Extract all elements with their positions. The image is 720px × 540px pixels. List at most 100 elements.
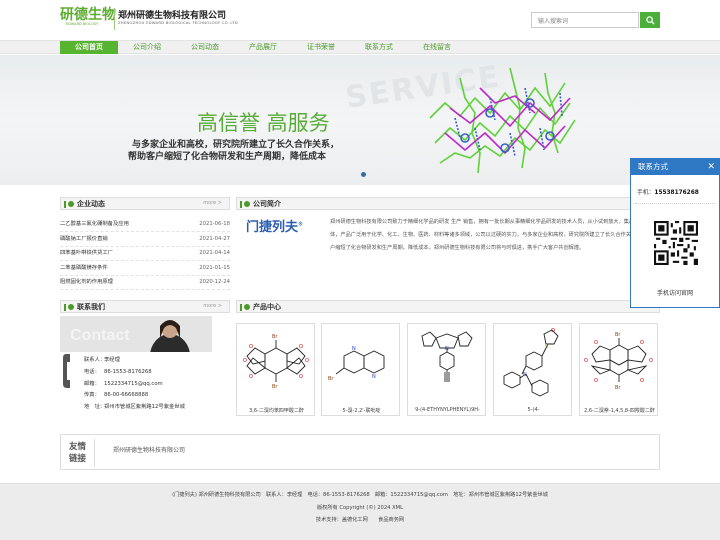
- products-header: 产品中心 more >: [236, 300, 660, 313]
- svg-text:N: N: [352, 346, 356, 352]
- news-header: 企业动态 more >: [60, 197, 230, 210]
- floating-contact-panel: 联系方式 ✕ 手机：15538176268 手机访问官网: [630, 158, 720, 308]
- news-item-title[interactable]: 磷酸钠工厂报价直销: [60, 236, 108, 242]
- friend-link[interactable]: 郑州研德生物科技有限公司: [113, 445, 185, 454]
- news-item-title[interactable]: 二乙醇基三氟化硼制备及应用: [60, 221, 129, 227]
- search-icon: [645, 15, 655, 25]
- qr-code-image[interactable]: [654, 221, 698, 265]
- news-item-title[interactable]: 二苯基磷酸镁存条件: [60, 265, 108, 271]
- logo-divider: [114, 8, 115, 30]
- molecule-illustration: [429, 67, 576, 174]
- nav-contact[interactable]: 联系方式: [350, 41, 408, 54]
- news-item[interactable]: 阻燃固化剂的作用原理 2020-12-24: [60, 275, 230, 290]
- news-item-title[interactable]: 四苯基卟啉铁供货工厂: [60, 250, 113, 256]
- product-card[interactable]: O O O O O O Br Br 2,6-二溴萘-1,4,5,8-四羧酸二酐: [579, 323, 658, 416]
- news-title: 企业动态: [77, 200, 105, 208]
- news-item[interactable]: 二苯基磷酸镁存条件 2021-01-15: [60, 261, 230, 276]
- news-more-link[interactable]: more >: [203, 200, 222, 206]
- search-input[interactable]: 输入搜索词: [531, 12, 639, 28]
- svg-text:Br: Br: [328, 376, 334, 382]
- news-item[interactable]: 四苯基卟啉铁供货工厂 2021-04-14: [60, 246, 230, 261]
- product-name[interactable]: 9-(4-ETHYNYLPHENYL)9H-: [408, 407, 487, 413]
- svg-text:O: O: [249, 374, 253, 380]
- close-icon[interactable]: ✕: [707, 159, 715, 175]
- news-item[interactable]: 磷酸钠工厂报价直销 2021-04-27: [60, 232, 230, 247]
- banner-slide-indicator[interactable]: [361, 172, 366, 177]
- svg-text:O: O: [594, 378, 598, 384]
- main-nav: 公司首页 公司介绍 公司动态 产品展厅 证书荣誉 联系方式 在线留言: [0, 40, 720, 54]
- product-structure-image: N N Br: [328, 346, 385, 382]
- floating-contact-caption: 手机访问官网: [656, 290, 693, 297]
- product-card[interactable]: O O O O O O Br Br 3,6-二溴均苯四甲酸二酐: [236, 323, 315, 416]
- floating-contact-title: 联系方式: [631, 159, 719, 175]
- footer-copyright: 版权所有 Copyright (©) 2024 XML: [316, 505, 404, 511]
- contact-banner-image: Contact: [60, 316, 212, 378]
- svg-text:N: N: [372, 374, 376, 380]
- page: 研德生物 EDWARD BIOLOGY 郑州研德生物科技有限公司 ZHENGZH…: [0, 0, 720, 540]
- nav-news[interactable]: 公司动态: [176, 41, 234, 54]
- news-item-date: 2021-01-15: [199, 265, 230, 271]
- search-button[interactable]: [640, 12, 660, 28]
- product-structure-image: N: [421, 331, 473, 382]
- svg-text:N: N: [445, 346, 449, 352]
- friend-links-title: 友情 链接: [69, 442, 87, 464]
- contact-header: 联系我们 more >: [60, 300, 230, 313]
- svg-text:O: O: [594, 340, 598, 346]
- product-card[interactable]: N 9-(4-ETHYNYLPHENYL)9H-: [407, 323, 486, 416]
- floating-contact-phone: 手机：15538176268: [637, 190, 699, 196]
- section-bullet-icon: [68, 304, 74, 310]
- nav-message[interactable]: 在线留言: [408, 41, 466, 54]
- svg-text:O: O: [243, 358, 247, 364]
- svg-text:O: O: [649, 358, 653, 364]
- product-card[interactable]: O S N 5-(4-: [493, 323, 572, 416]
- section-bullet-icon: [244, 201, 250, 207]
- svg-text:N: N: [523, 372, 527, 378]
- nav-certificates[interactable]: 证书荣誉: [292, 41, 350, 54]
- svg-text:O: O: [249, 344, 253, 350]
- svg-text:O: O: [299, 374, 303, 380]
- contact-email: 邮箱： 1522334715@qq.com: [84, 381, 163, 387]
- contact-address: 地 址：郑州市管城区紫荆路12号紫金世城: [84, 404, 185, 410]
- news-item[interactable]: 二乙醇基三氟化硼制备及应用 2021-06-18: [60, 217, 230, 232]
- nav-about[interactable]: 公司介绍: [118, 41, 176, 54]
- news-item-title[interactable]: 阻燃固化剂的作用原理: [60, 279, 113, 285]
- products-title: 产品中心: [253, 303, 281, 311]
- svg-text:Br: Br: [272, 334, 278, 340]
- svg-text:O: O: [640, 340, 644, 346]
- svg-text:O: O: [584, 358, 588, 364]
- product-name[interactable]: 5-(4-: [494, 407, 573, 413]
- phone-icon: [63, 354, 70, 388]
- product-name[interactable]: 3,6-二溴均苯四甲酸二酐: [237, 407, 316, 414]
- banner[interactable]: SERVICE 高信誉 高服务 与多家企业和高校，研究院所建立了长久合作关系， …: [0, 55, 720, 185]
- news-item-date: 2021-04-14: [199, 250, 230, 256]
- header: 研德生物 EDWARD BIOLOGY 郑州研德生物科技有限公司 ZHENGZH…: [0, 0, 720, 40]
- svg-text:Br: Br: [615, 332, 621, 338]
- product-structure-image: O O O O O O Br Br: [584, 332, 653, 391]
- svg-text:O: O: [305, 358, 309, 364]
- contact-fax: 传真： 86-00-66668888: [84, 392, 149, 398]
- product-structure-image: O O O O O O Br Br: [243, 334, 309, 390]
- svg-text:O: O: [299, 344, 303, 350]
- logo[interactable]: 研德生物: [60, 4, 116, 24]
- contact-more-link[interactable]: more >: [203, 303, 222, 309]
- company-name-en: ZHENGZHOU EDWARD BIOLOGICAL TECHNOLOGY C…: [118, 20, 238, 25]
- contact-title: 联系我们: [77, 303, 105, 311]
- logo-subtitle: EDWARD BIOLOGY: [66, 22, 99, 26]
- product-card[interactable]: N N Br 5-溴-2,2'-联吡啶: [321, 323, 400, 416]
- footer-contact-line: (门捷列夫) 郑州研德生物科技有限公司 联系人：李经理 电话：86-1553-8…: [172, 492, 548, 498]
- news-item-date: 2020-12-24: [199, 279, 230, 285]
- contact-phone: 电话： 86-1553-8176268: [84, 369, 152, 375]
- product-name[interactable]: 5-溴-2,2'-联吡啶: [322, 407, 401, 414]
- footer-support[interactable]: 技术支持：盖德化工网 食品商务网: [0, 516, 720, 523]
- section-bullet-icon: [244, 304, 250, 310]
- about-header: 公司简介: [236, 197, 660, 210]
- svg-text:Br: Br: [272, 384, 278, 390]
- contact-person: 联系人：李经理: [84, 357, 120, 363]
- nav-home[interactable]: 公司首页: [60, 41, 118, 54]
- svg-text:Br: Br: [615, 385, 621, 391]
- banner-text-line-2: 帮助客户缩短了化合物研发和生产周期，降低成本: [128, 152, 327, 162]
- news-item-date: 2021-06-18: [199, 221, 230, 227]
- product-structure-image: O S N: [503, 328, 559, 397]
- product-name[interactable]: 2,6-二溴萘-1,4,5,8-四羧酸二酐: [580, 407, 659, 414]
- nav-products[interactable]: 产品展厅: [234, 41, 292, 54]
